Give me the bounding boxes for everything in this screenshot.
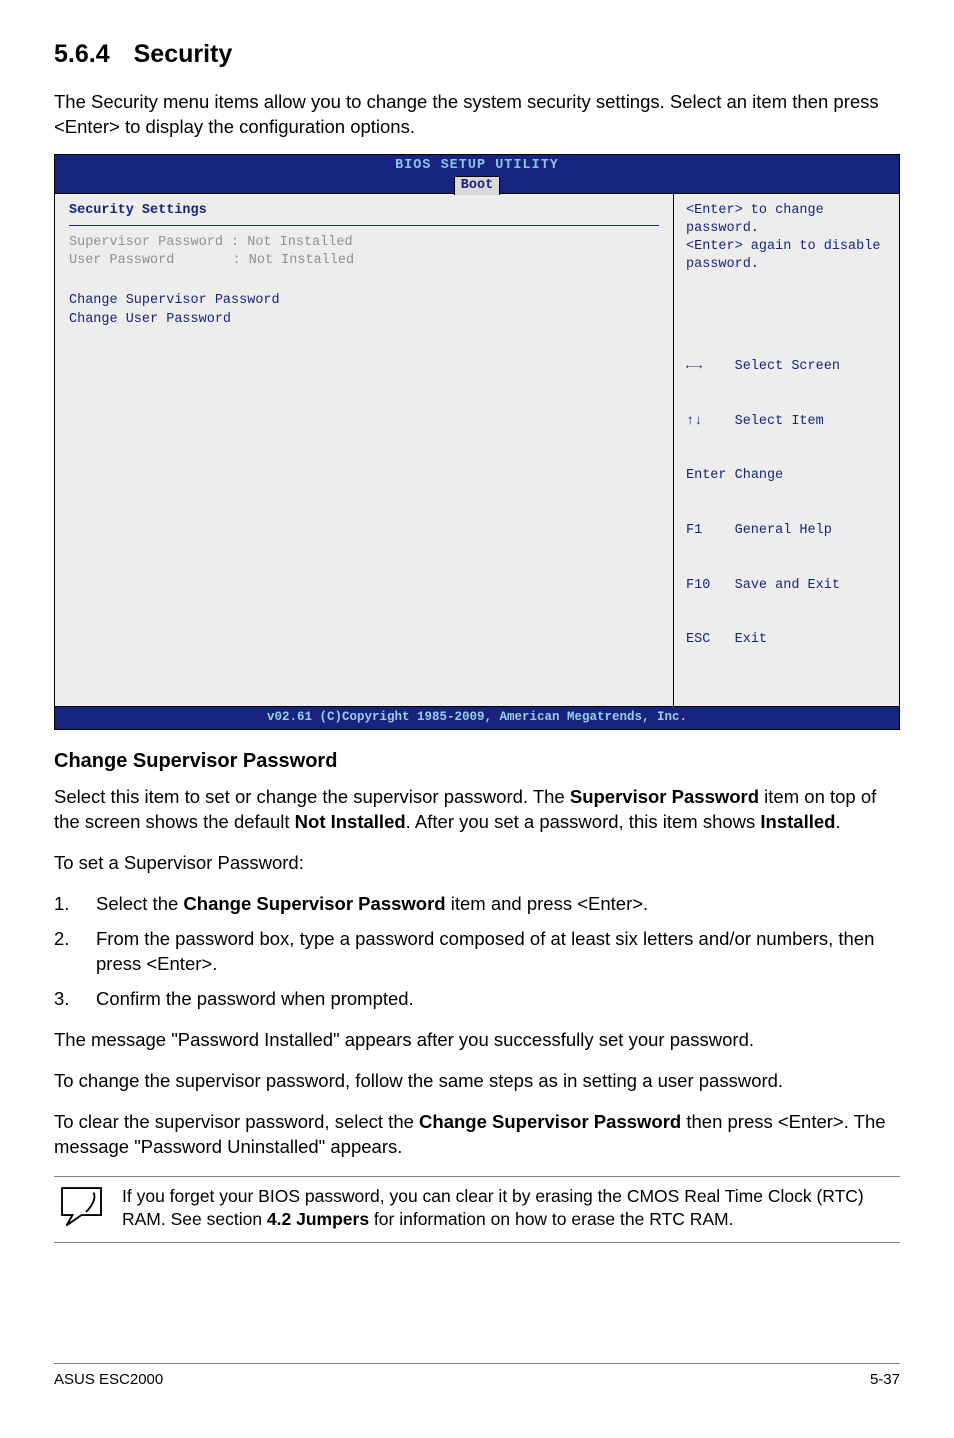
body-paragraph: To change the supervisor password, follo… bbox=[54, 1069, 900, 1094]
text-fragment: . bbox=[835, 811, 840, 832]
bold-text: 4.2 Jumpers bbox=[267, 1209, 369, 1229]
list-item: 1. Select the Change Supervisor Password… bbox=[54, 892, 900, 917]
bios-title: BIOS SETUP UTILITY bbox=[55, 157, 899, 175]
bios-body: Security Settings Supervisor Password : … bbox=[55, 193, 899, 706]
esc-key-label: ESC bbox=[686, 632, 710, 647]
hint-line-2: <Enter> again to disable password. bbox=[686, 238, 887, 274]
note-box: If you forget your BIOS password, you ca… bbox=[54, 1176, 900, 1243]
select-item-label: Select Item bbox=[735, 414, 824, 429]
arrows-lr-icon: ←→ bbox=[686, 359, 702, 374]
bios-right-pane: <Enter> to change password. <Enter> agai… bbox=[674, 194, 899, 706]
list-text: Select the Change Supervisor Password it… bbox=[96, 892, 900, 917]
text-fragment: Select this item to set or change the su… bbox=[54, 786, 570, 807]
key-help-row: ↑↓ Select Item bbox=[686, 413, 887, 431]
user-value: : Not Installed bbox=[233, 253, 355, 268]
supervisor-label: Supervisor Password bbox=[69, 235, 223, 250]
key-help-row: F10 Save and Exit bbox=[686, 577, 887, 595]
bios-header: BIOS SETUP UTILITY Boot bbox=[55, 155, 899, 193]
list-item: 3. Confirm the password when prompted. bbox=[54, 987, 900, 1012]
supervisor-row: Supervisor Password : Not Installed bbox=[69, 234, 659, 252]
list-text: From the password box, type a password c… bbox=[96, 927, 900, 977]
bold-text: Installed bbox=[760, 811, 835, 832]
subheading: Change Supervisor Password bbox=[54, 748, 900, 775]
bold-text: Change Supervisor Password bbox=[183, 893, 445, 914]
key-help-row: ←→ Select Screen bbox=[686, 358, 887, 376]
bios-screenshot: BIOS SETUP UTILITY Boot Security Setting… bbox=[54, 154, 900, 730]
f1-key-label: F1 bbox=[686, 523, 702, 538]
footer-right: 5-37 bbox=[870, 1370, 900, 1390]
bios-left-pane: Security Settings Supervisor Password : … bbox=[55, 194, 674, 706]
bold-text: Supervisor Password bbox=[570, 786, 759, 807]
list-item: 2. From the password box, type a passwor… bbox=[54, 927, 900, 977]
security-settings-title: Security Settings bbox=[69, 202, 659, 220]
note-icon bbox=[56, 1185, 104, 1227]
general-help-label: General Help bbox=[735, 523, 832, 538]
hint-line-1: <Enter> to change password. bbox=[686, 202, 887, 238]
exit-label: Exit bbox=[735, 632, 767, 647]
user-row: User Password : Not Installed bbox=[69, 252, 659, 270]
arrows-ud-icon: ↑↓ bbox=[686, 414, 702, 429]
body-paragraph: To set a Supervisor Password: bbox=[54, 851, 900, 876]
text-fragment: for information on how to erase the RTC … bbox=[369, 1209, 733, 1229]
user-label: User Password bbox=[69, 253, 174, 268]
page-footer: ASUS ESC2000 5-37 bbox=[54, 1363, 900, 1410]
change-supervisor-password: Change Supervisor Password bbox=[69, 292, 659, 310]
text-fragment: . After you set a password, this item sh… bbox=[406, 811, 761, 832]
text-fragment: Select the bbox=[96, 893, 183, 914]
f10-key-label: F10 bbox=[686, 578, 710, 593]
bios-footer: v02.61 (C)Copyright 1985-2009, American … bbox=[55, 706, 899, 729]
enter-key-label: Enter bbox=[686, 468, 727, 483]
list-number: 2. bbox=[54, 927, 96, 977]
bios-tab-boot: Boot bbox=[454, 176, 500, 195]
text-fragment: item and press <Enter>. bbox=[446, 893, 649, 914]
change-label: Change bbox=[735, 468, 784, 483]
supervisor-value: : Not Installed bbox=[231, 235, 353, 250]
body-paragraph: Select this item to set or change the su… bbox=[54, 785, 900, 835]
change-user-password: Change User Password bbox=[69, 311, 659, 329]
text-fragment: To clear the supervisor password, select… bbox=[54, 1111, 419, 1132]
list-number: 3. bbox=[54, 987, 96, 1012]
note-text: If you forget your BIOS password, you ca… bbox=[122, 1185, 900, 1232]
key-help-row: ESC Exit bbox=[686, 631, 887, 649]
body-paragraph: The message "Password Installed" appears… bbox=[54, 1028, 900, 1053]
key-help-row: Enter Change bbox=[686, 467, 887, 485]
bios-divider bbox=[69, 225, 659, 226]
heading-text: Security bbox=[134, 38, 233, 72]
bold-text: Change Supervisor Password bbox=[419, 1111, 681, 1132]
select-screen-label: Select Screen bbox=[735, 359, 840, 374]
list-number: 1. bbox=[54, 892, 96, 917]
section-heading: 5.6.4 Security bbox=[54, 38, 900, 72]
body-paragraph: To clear the supervisor password, select… bbox=[54, 1110, 900, 1160]
key-help-row: F1 General Help bbox=[686, 522, 887, 540]
heading-number: 5.6.4 bbox=[54, 38, 110, 72]
numbered-list: 1. Select the Change Supervisor Password… bbox=[54, 892, 900, 1012]
list-text: Confirm the password when prompted. bbox=[96, 987, 900, 1012]
intro-paragraph: The Security menu items allow you to cha… bbox=[54, 90, 900, 140]
bold-text: Not Installed bbox=[295, 811, 406, 832]
save-exit-label: Save and Exit bbox=[735, 578, 840, 593]
footer-left: ASUS ESC2000 bbox=[54, 1370, 163, 1390]
